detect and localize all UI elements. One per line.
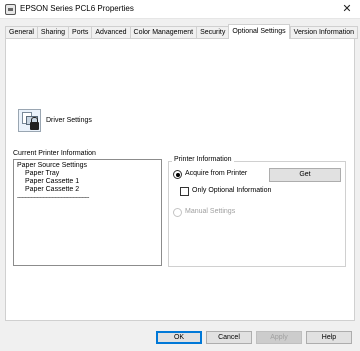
- window-title: EPSON Series PCL6 Properties: [20, 4, 134, 13]
- current-printer-information-list[interactable]: Paper Source Settings Paper Tray Paper C…: [13, 159, 162, 266]
- list-separator: ----------------------------------------…: [17, 195, 89, 201]
- get-button[interactable]: Get: [269, 168, 341, 182]
- title-bar: EPSON Series PCL6 Properties ✕: [0, 0, 360, 19]
- only-optional-information-checkbox[interactable]: [180, 187, 189, 196]
- cancel-button[interactable]: Cancel: [206, 331, 252, 344]
- list-item: Paper Source Settings: [17, 162, 88, 169]
- tab-optional-settings[interactable]: Optional Settings: [228, 24, 290, 39]
- printer-information-label: Printer Information: [172, 156, 234, 163]
- list-item: Paper Cassette 1: [25, 178, 80, 185]
- list-item: Paper Cassette 2: [25, 186, 80, 193]
- printer-properties-icon: [5, 4, 16, 15]
- only-optional-information-label[interactable]: Only Optional Information: [192, 187, 271, 194]
- ok-button[interactable]: OK: [156, 331, 202, 344]
- help-button[interactable]: Help: [306, 331, 352, 344]
- acquire-from-printer-radio[interactable]: [173, 170, 182, 179]
- manual-settings-label[interactable]: Manual Settings: [185, 208, 235, 215]
- manual-settings-radio[interactable]: [173, 208, 182, 217]
- printer-lock-icon[interactable]: [18, 109, 41, 132]
- driver-settings-label: Driver Settings: [46, 117, 92, 124]
- list-item: Paper Tray: [25, 170, 60, 177]
- tab-strip: General Sharing Ports Advanced Color Man…: [5, 24, 358, 39]
- acquire-from-printer-label[interactable]: Acquire from Printer: [185, 170, 247, 177]
- current-printer-information-label: Current Printer Information: [13, 150, 96, 157]
- apply-button[interactable]: Apply: [256, 331, 302, 344]
- close-icon[interactable]: ✕: [340, 2, 354, 16]
